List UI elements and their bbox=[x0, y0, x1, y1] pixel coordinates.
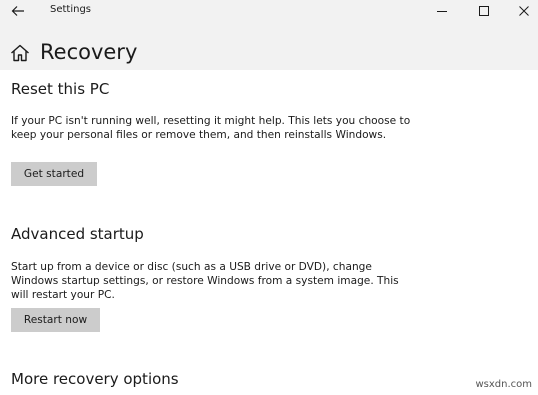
minimize-icon bbox=[437, 11, 447, 12]
watermark: wsxdn.com bbox=[475, 379, 532, 390]
back-button[interactable] bbox=[6, 0, 30, 22]
reset-pc-heading: Reset this PC bbox=[11, 80, 110, 98]
restart-now-button[interactable]: Restart now bbox=[11, 308, 100, 332]
get-started-button[interactable]: Get started bbox=[11, 162, 97, 186]
title-bar: Settings bbox=[0, 0, 538, 22]
close-button[interactable] bbox=[506, 0, 538, 22]
more-recovery-options-heading: More recovery options bbox=[11, 370, 179, 388]
arrow-left-icon bbox=[11, 6, 24, 16]
window-title: Settings bbox=[50, 4, 92, 15]
home-icon[interactable] bbox=[10, 44, 30, 62]
close-icon bbox=[519, 6, 529, 16]
advanced-startup-description: Start up from a device or disc (such as … bbox=[11, 261, 399, 301]
advanced-startup-heading: Advanced startup bbox=[11, 225, 144, 243]
maximize-icon bbox=[479, 6, 489, 16]
reset-pc-description: If your PC isn't running well, resetting… bbox=[11, 115, 411, 141]
minimize-button[interactable] bbox=[424, 0, 460, 22]
maximize-button[interactable] bbox=[466, 0, 502, 22]
page-title: Recovery bbox=[40, 40, 138, 64]
